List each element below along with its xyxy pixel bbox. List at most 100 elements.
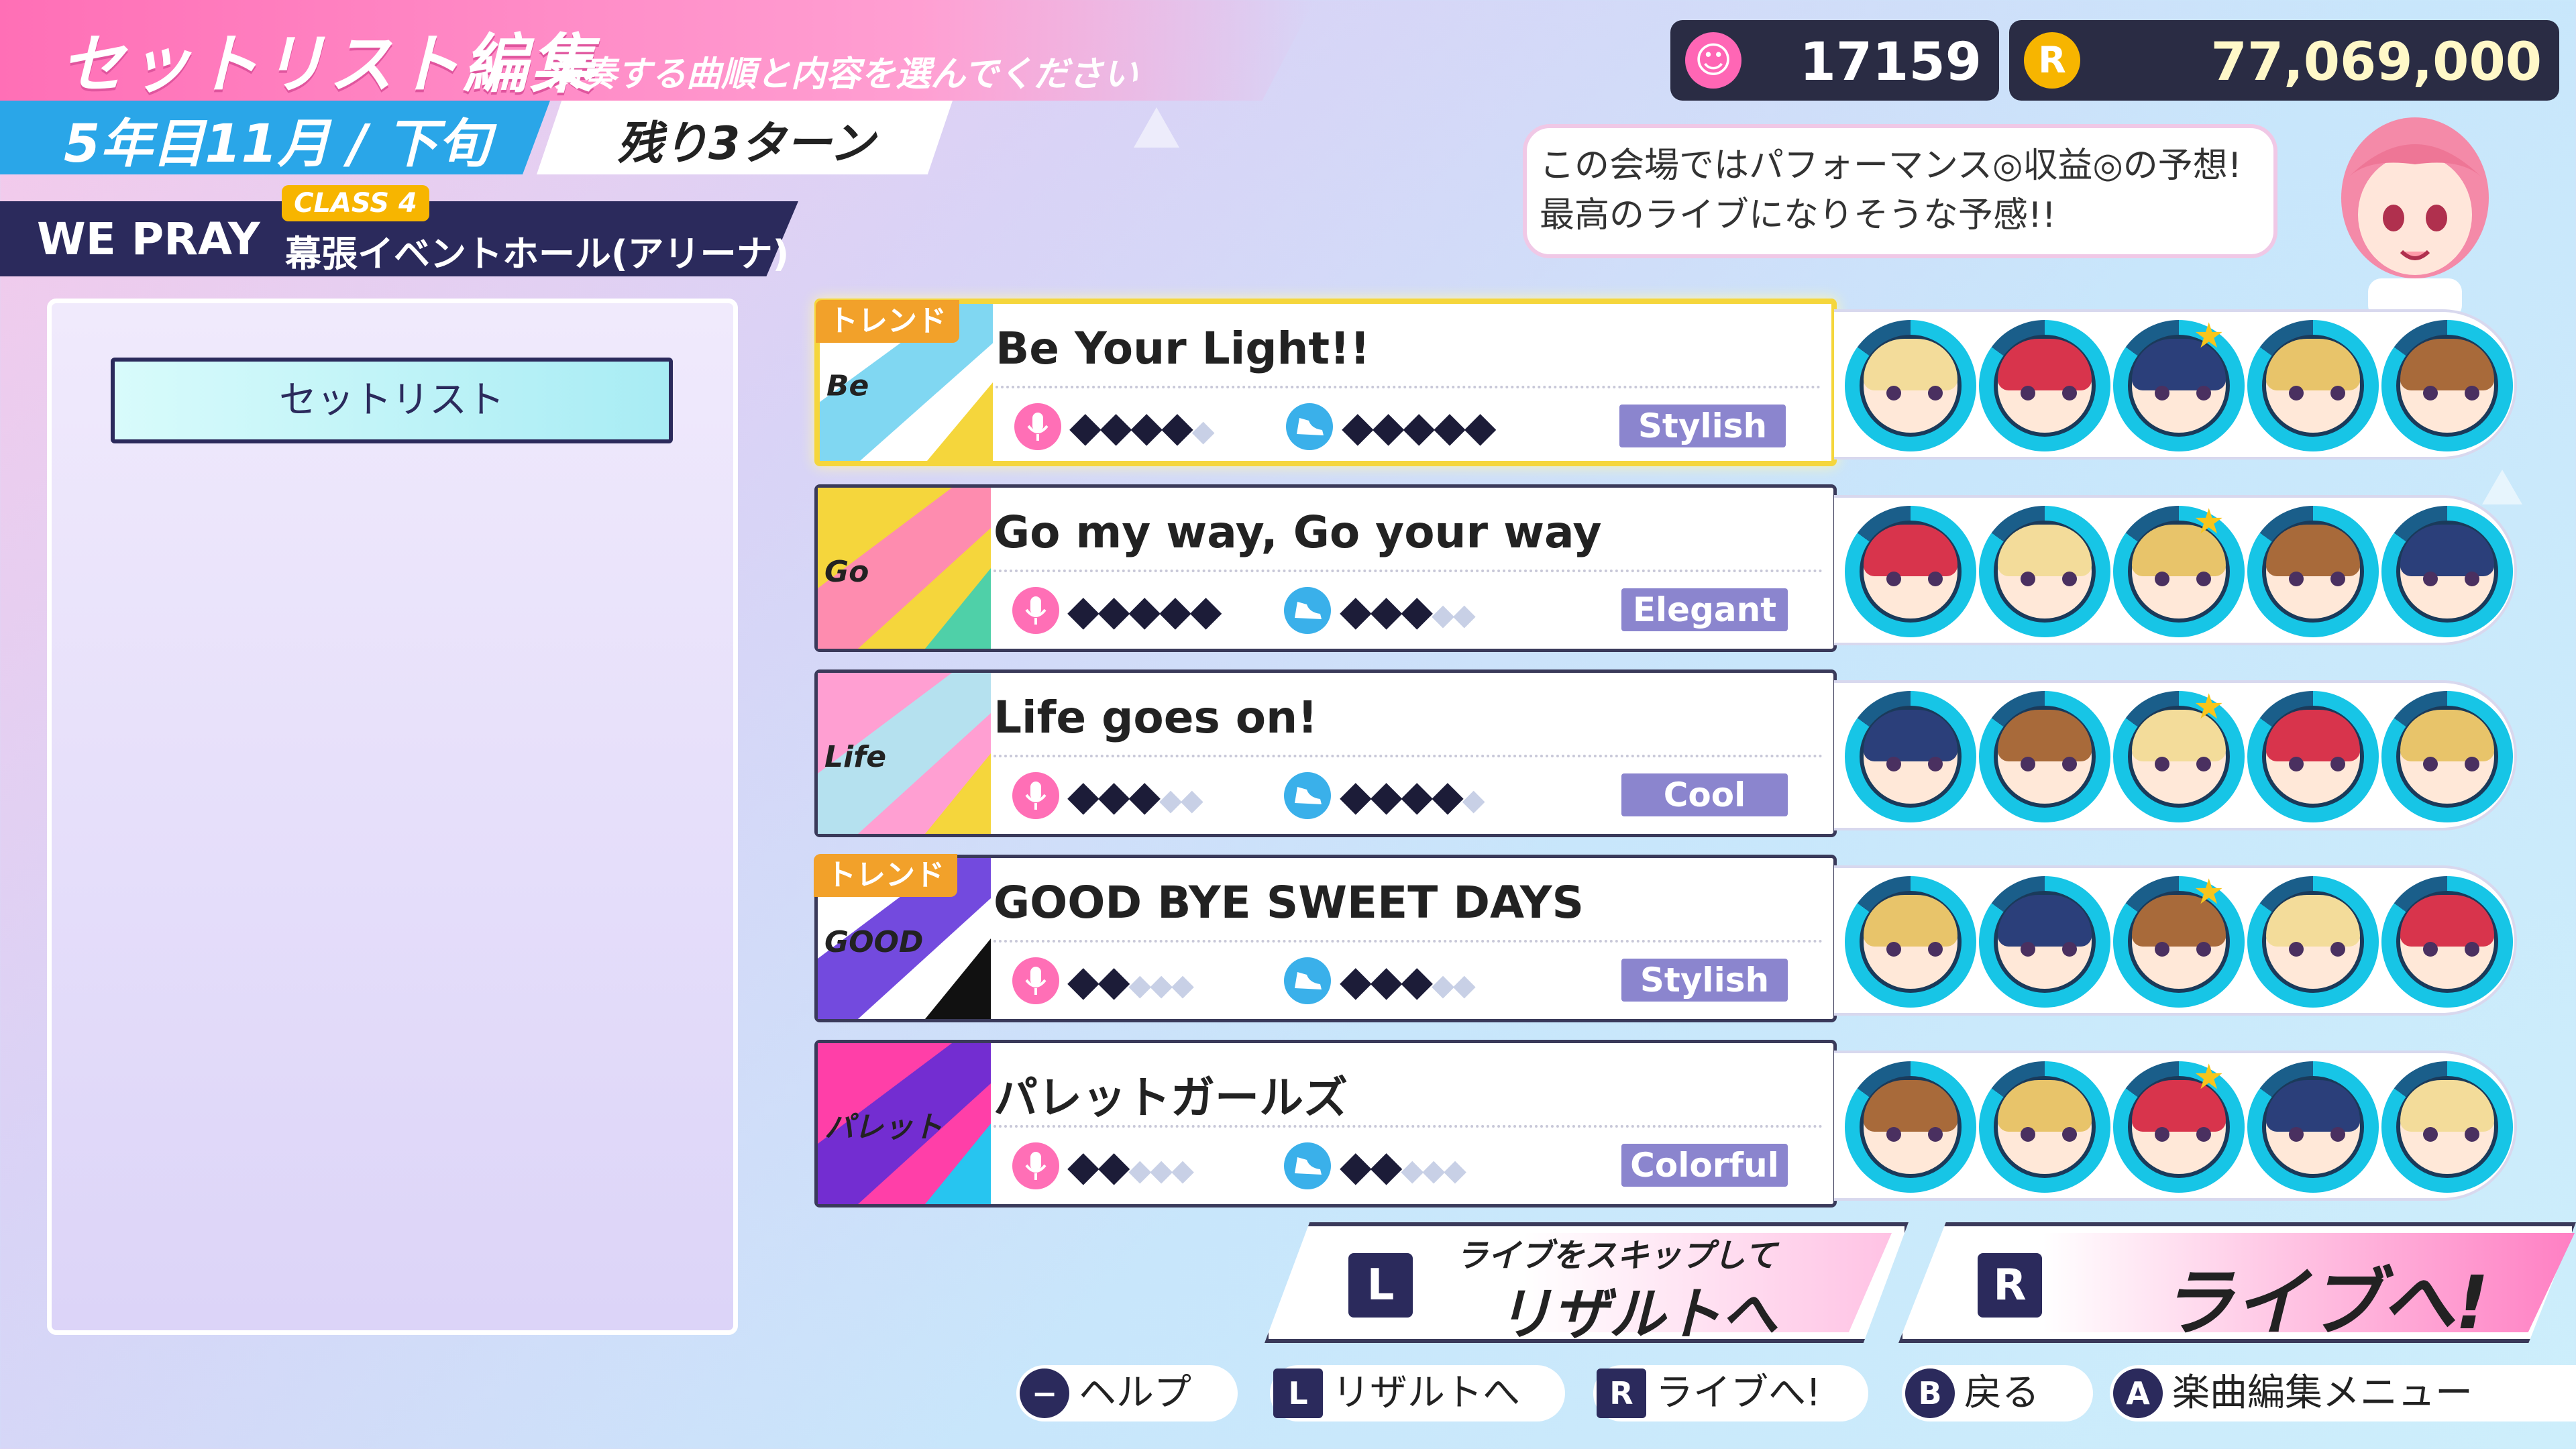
member-eyes bbox=[2021, 942, 2077, 957]
help-hint[interactable]: R ライブへ! bbox=[1593, 1365, 1868, 1421]
member-portrait[interactable] bbox=[1845, 1061, 1976, 1193]
help-hint[interactable]: L リザルトへ bbox=[1270, 1365, 1565, 1421]
song-jacket: Life bbox=[818, 673, 991, 834]
help-hint[interactable]: − ヘルプ bbox=[1016, 1365, 1238, 1421]
member-portrait[interactable]: ★ bbox=[2113, 316, 2245, 451]
help-hint[interactable]: A 楽曲編集メニュー bbox=[2110, 1365, 2576, 1421]
diamond-filled-icon: ◆ bbox=[1403, 402, 1435, 451]
member-hair bbox=[1998, 339, 2092, 390]
member-portrait[interactable] bbox=[2381, 320, 2513, 451]
divider bbox=[994, 570, 1823, 572]
song-title: GOOD BYE SWEET DAYS bbox=[994, 877, 1585, 928]
member-face bbox=[2262, 706, 2364, 808]
member-eyes bbox=[2423, 1127, 2479, 1142]
member-portrait[interactable] bbox=[2247, 506, 2379, 637]
member-portrait[interactable]: ★ bbox=[2113, 502, 2245, 637]
diamond-empty-icon: ◆ bbox=[1150, 968, 1173, 1002]
member-face bbox=[1860, 335, 1962, 437]
genre-badge: Colorful bbox=[1621, 1144, 1788, 1187]
member-hair bbox=[2400, 895, 2494, 947]
member-portrait[interactable] bbox=[2381, 876, 2513, 1008]
money-counter: R 77,069,000 bbox=[2009, 20, 2559, 101]
diamond-filled-icon: ◆ bbox=[1159, 586, 1191, 635]
help-hint[interactable]: B 戻る bbox=[1902, 1365, 2093, 1421]
microphone-icon bbox=[1012, 957, 1059, 1004]
member-eyes bbox=[2423, 572, 2479, 586]
diamond-empty-icon: ◆ bbox=[1444, 1153, 1466, 1187]
star-icon: ★ bbox=[2193, 687, 2224, 727]
setlist-tab-button[interactable]: セットリスト bbox=[111, 358, 673, 443]
diamond-filled-icon: ◆ bbox=[1434, 402, 1466, 451]
member-hair bbox=[2400, 525, 2494, 576]
member-eyes bbox=[2021, 1127, 2077, 1142]
r-key-icon: R bbox=[1597, 1368, 1646, 1418]
song-row[interactable]: Life Life goes on! ◆◆◆◆◆ ◆◆◆◆◆ Cool bbox=[814, 669, 1837, 837]
member-portrait[interactable] bbox=[2381, 506, 2513, 637]
l-key-icon: L bbox=[1273, 1368, 1323, 1418]
member-portrait[interactable] bbox=[2381, 1061, 2513, 1193]
diamond-empty-icon: ◆ bbox=[1180, 783, 1203, 817]
member-eyes bbox=[2155, 386, 2211, 400]
song-title: パレットガールズ bbox=[994, 1072, 1348, 1124]
song-row[interactable]: パレット パレットガールズ ◆◆◆◆◆ ◆◆◆◆◆ Colorful bbox=[814, 1040, 1837, 1208]
member-lineup: ★ bbox=[1834, 865, 2517, 1016]
game-date: 5年目11月 / 下旬 bbox=[64, 114, 490, 174]
member-portrait[interactable] bbox=[1845, 320, 1976, 451]
member-eyes bbox=[2289, 386, 2345, 400]
diamond-filled-icon: ◆ bbox=[1340, 586, 1372, 635]
member-portrait[interactable] bbox=[1979, 876, 2110, 1008]
help-hint-label: ライブへ! bbox=[1656, 1371, 1821, 1415]
member-portrait[interactable] bbox=[1979, 506, 2110, 637]
member-eyes bbox=[1886, 757, 1943, 771]
diamond-filled-icon: ◆ bbox=[1401, 956, 1433, 1005]
member-eyes bbox=[1886, 942, 1943, 957]
shoe-icon bbox=[1286, 403, 1333, 450]
diamond-filled-icon: ◆ bbox=[1401, 771, 1433, 820]
skip-live-label: リザルトへ bbox=[1496, 1281, 1778, 1347]
diamond-filled-icon: ◆ bbox=[1340, 956, 1372, 1005]
member-portrait[interactable] bbox=[2247, 320, 2379, 451]
turns-remaining: 残り3ターン bbox=[617, 117, 875, 170]
member-eyes bbox=[2021, 757, 2077, 771]
member-portrait[interactable] bbox=[1979, 320, 2110, 451]
diamond-filled-icon: ◆ bbox=[1189, 586, 1222, 635]
diamond-filled-icon: ◆ bbox=[1128, 586, 1161, 635]
star-icon: ★ bbox=[2193, 1057, 2224, 1097]
member-hair bbox=[1864, 710, 1957, 761]
member-face bbox=[2396, 891, 2498, 993]
member-portrait[interactable] bbox=[1845, 876, 1976, 1008]
song-row[interactable]: Be トレンド Be Your Light!! ◆◆◆◆◆ ◆◆◆◆◆ Stylish bbox=[814, 299, 1837, 466]
diamond-filled-icon: ◆ bbox=[1432, 771, 1464, 820]
member-portrait[interactable] bbox=[2381, 691, 2513, 822]
svg-text:GOOD: GOOD bbox=[824, 925, 923, 959]
member-portrait[interactable] bbox=[1979, 1061, 2110, 1193]
b-key-icon: B bbox=[1905, 1368, 1955, 1418]
dance-rating: ◆◆◆◆◆ bbox=[1340, 956, 1476, 1005]
diamond-filled-icon: ◆ bbox=[1370, 771, 1403, 820]
member-portrait[interactable] bbox=[1845, 506, 1976, 637]
svg-text:Life: Life bbox=[824, 740, 886, 774]
speech-line-1: この会場ではパフォーマンス◎収益◎の予想! bbox=[1540, 146, 2242, 186]
member-eyes bbox=[1886, 1127, 1943, 1142]
song-row[interactable]: Go Go my way, Go your way ◆◆◆◆◆ ◆◆◆◆◆ Elegan… bbox=[814, 484, 1837, 652]
member-portrait[interactable] bbox=[2247, 691, 2379, 822]
diamond-empty-icon: ◆ bbox=[1159, 783, 1182, 817]
member-portrait[interactable]: ★ bbox=[2113, 872, 2245, 1008]
member-eyes bbox=[2155, 942, 2211, 957]
member-portrait[interactable]: ★ bbox=[2113, 1057, 2245, 1193]
member-face bbox=[1860, 891, 1962, 993]
manager-avatar bbox=[2328, 97, 2502, 319]
member-portrait[interactable] bbox=[1845, 691, 1976, 822]
class-badge: CLASS 4 bbox=[282, 185, 429, 221]
member-portrait[interactable]: ★ bbox=[2113, 687, 2245, 822]
member-portrait[interactable] bbox=[2247, 1061, 2379, 1193]
member-face bbox=[2262, 521, 2364, 623]
member-portrait[interactable] bbox=[1979, 691, 2110, 822]
member-face bbox=[1860, 706, 1962, 808]
song-row[interactable]: GOOD トレンド GOOD BYE SWEET DAYS ◆◆◆◆◆ ◆◆◆◆◆ Sty… bbox=[814, 854, 1837, 1022]
diamond-filled-icon: ◆ bbox=[1370, 1141, 1403, 1190]
diamond-empty-icon: ◆ bbox=[1452, 968, 1476, 1002]
member-portrait[interactable] bbox=[2247, 876, 2379, 1008]
help-hint-label: 楽曲編集メニュー bbox=[2172, 1371, 2473, 1415]
genre-badge: Cool bbox=[1621, 773, 1788, 816]
